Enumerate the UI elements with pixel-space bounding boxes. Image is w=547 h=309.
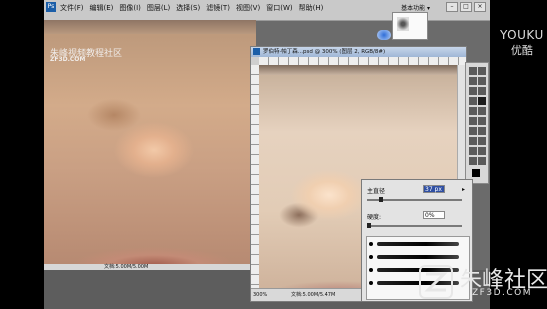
brush-tool-icon[interactable] xyxy=(478,97,486,105)
close-icon[interactable]: × xyxy=(474,2,486,12)
brush-preset-tip-icon xyxy=(369,255,373,259)
document-title: 罗伯特·帕丁森...psd @ 300% (图层 2, RGB/8#) xyxy=(263,49,386,55)
history-brush-tool-icon[interactable] xyxy=(478,107,486,115)
zf3d-logo-icon xyxy=(419,265,453,299)
magic-wand-tool-icon[interactable] xyxy=(478,77,486,85)
youku-logo: YOUKU 优酷 xyxy=(500,28,544,58)
diameter-slider-handle[interactable] xyxy=(379,197,384,202)
menu-view[interactable]: 视图(V) xyxy=(236,3,260,13)
brush-preset-tip-icon xyxy=(369,281,373,285)
youku-logo-text: YOUKU xyxy=(500,28,544,42)
crop-tool-icon[interactable] xyxy=(469,87,477,95)
lasso-tool-icon[interactable] xyxy=(469,77,477,85)
dodge-tool-icon[interactable] xyxy=(478,127,486,135)
brush-preview-icon xyxy=(377,30,391,40)
photoshop-app-icon: Ps xyxy=(46,2,56,12)
gradient-tool-icon[interactable] xyxy=(478,117,486,125)
hand-tool-icon[interactable] xyxy=(469,157,477,165)
zf3d-site-url: ZF3D.COM xyxy=(472,288,532,298)
eye-region xyxy=(44,20,256,34)
panel-menu-arrow-icon[interactable]: ▸ xyxy=(462,186,468,193)
eraser-tool-icon[interactable] xyxy=(469,117,477,125)
hardness-label: 硬度: xyxy=(367,214,382,221)
brush-preset-tip-icon xyxy=(369,242,373,246)
hardness-slider-handle[interactable] xyxy=(367,223,371,228)
shape-tool-icon[interactable] xyxy=(478,147,486,155)
menu-edit[interactable]: 编辑(E) xyxy=(90,3,114,13)
hardness-slider[interactable] xyxy=(367,225,462,227)
menu-select[interactable]: 选择(S) xyxy=(176,3,200,13)
foreground-color-swatch[interactable] xyxy=(472,169,480,177)
marquee-tool-icon[interactable] xyxy=(478,67,486,75)
photoshop-doc-icon xyxy=(253,48,260,55)
zoom-level[interactable]: 300% xyxy=(253,289,267,301)
horizontal-ruler xyxy=(259,57,466,65)
tools-panel xyxy=(465,62,489,184)
type-tool-icon[interactable] xyxy=(478,137,486,145)
brush-preset-tip-icon xyxy=(369,268,373,272)
workspace-switcher[interactable]: 基本功能 ▾ xyxy=(401,3,430,12)
zf3d-site-logo: 朱峰社区 ZF3D.COM xyxy=(412,262,547,306)
blur-tool-icon[interactable] xyxy=(469,127,477,135)
clone-stamp-tool-icon[interactable] xyxy=(469,107,477,115)
zoom-tool-icon[interactable] xyxy=(478,157,486,165)
navigator-panel[interactable] xyxy=(392,12,428,40)
brush-preset-stroke[interactable] xyxy=(377,255,459,259)
eyedropper-tool-icon[interactable] xyxy=(478,87,486,95)
menu-image[interactable]: 图像(I) xyxy=(119,3,141,13)
eye-region xyxy=(259,65,458,75)
background-document-canvas[interactable]: 朱峰视频教程社区 ZF3D.COM xyxy=(44,20,256,264)
navigator-thumbnail xyxy=(397,17,409,31)
document-size-info[interactable]: 文档:5.00M/5.47M xyxy=(291,289,335,301)
diameter-input[interactable]: 37 px xyxy=(423,185,445,193)
menu-file[interactable]: 文件(F) xyxy=(60,3,84,13)
vertical-ruler xyxy=(251,65,259,289)
main-menu: 文件(F) 编辑(E) 图像(I) 图层(L) 选择(S) 滤镜(T) 视图(V… xyxy=(60,3,323,13)
maximize-icon[interactable]: □ xyxy=(460,2,472,12)
menu-filter[interactable]: 滤镜(T) xyxy=(206,3,230,13)
document-title-bar[interactable]: 罗伯特·帕丁森...psd @ 300% (图层 2, RGB/8#) xyxy=(251,47,466,57)
youku-logo-cn: 优酷 xyxy=(510,44,533,57)
hardness-input[interactable]: 0% xyxy=(423,211,445,219)
path-selection-tool-icon[interactable] xyxy=(469,147,477,155)
watermark-url: ZF3D.COM xyxy=(50,56,86,63)
diameter-label: 主直径 xyxy=(367,188,386,195)
menu-window[interactable]: 窗口(W) xyxy=(266,3,292,13)
menu-help[interactable]: 帮助(H) xyxy=(299,3,324,13)
window-controls: – □ × xyxy=(446,2,486,12)
healing-tool-icon[interactable] xyxy=(469,97,477,105)
menu-layer[interactable]: 图层(L) xyxy=(147,3,170,13)
pen-tool-icon[interactable] xyxy=(469,137,477,145)
move-tool-icon[interactable] xyxy=(469,67,477,75)
minimize-icon[interactable]: – xyxy=(446,2,458,12)
brush-preset-stroke[interactable] xyxy=(377,242,459,246)
